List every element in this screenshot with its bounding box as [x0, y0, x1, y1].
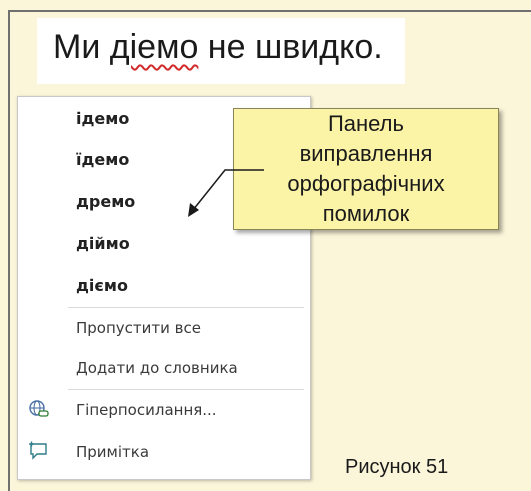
figure-label: Рисунок 51 [345, 456, 449, 478]
callout-arrow [188, 169, 264, 217]
